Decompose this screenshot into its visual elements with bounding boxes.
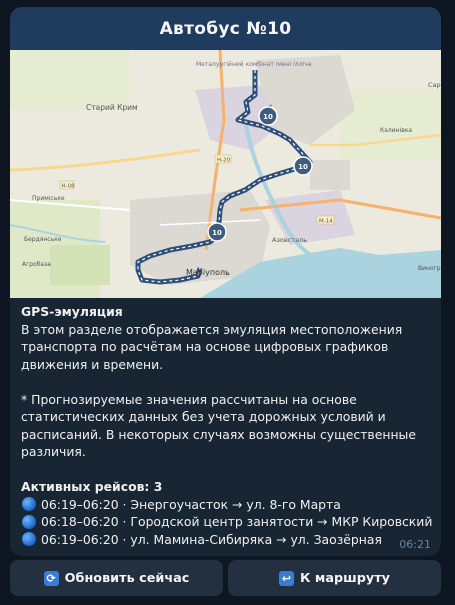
description-paragraph: В этом разделе отображается эмуляция мес… xyxy=(21,321,403,372)
svg-text:10: 10 xyxy=(298,163,308,171)
message-title: Автобус №10 xyxy=(10,7,441,50)
map-road-h08: H-08 xyxy=(62,184,76,190)
blue-circle-icon xyxy=(22,497,36,512)
map-label-agrobaza: Агробаза xyxy=(22,261,51,268)
map-label-vynohrad: Виногр xyxy=(418,265,441,272)
bus-marker-3[interactable]: 10 xyxy=(207,222,227,242)
message-bubble: Автобус №10 Старий Крим Металургійний ко… xyxy=(10,7,441,556)
blue-circle-icon xyxy=(22,514,36,529)
message-text: GPS-эмуляция В этом разделе отображается… xyxy=(21,303,433,548)
message-time: 06:21 xyxy=(399,538,431,551)
active-trips-title: Активных рейсов: 3 xyxy=(21,479,163,494)
map-label-prymorske: Приміське xyxy=(32,195,65,202)
map-label-berdianske: Бердянське xyxy=(24,236,62,243)
to-route-button[interactable]: ↩ К маршруту xyxy=(228,560,441,596)
inline-keyboard: ⟳ Обновить сейчас ↩ К маршруту xyxy=(10,560,441,596)
map-label-metal-combine: Металургійний комбінат імені Ілліча xyxy=(196,61,312,68)
back-arrow-icon: ↩ xyxy=(278,570,294,586)
blue-circle-icon xyxy=(22,532,36,547)
bus-marker-1[interactable]: 10 xyxy=(258,106,278,126)
map-label-stary-krym: Старий Крим xyxy=(86,103,138,112)
map-label-azovstal: Азовсталь xyxy=(272,236,307,244)
svg-text:10: 10 xyxy=(263,113,273,121)
map-label-mariupol: Маріуполь xyxy=(186,268,230,277)
map-label-kalynivka: Калинівка xyxy=(380,127,412,134)
map-road-m14: M-14 xyxy=(319,219,333,225)
trip-item: 06:18–06:20 · Городской центр занятости … xyxy=(21,513,433,531)
map-canvas: Старий Крим Металургійний комбінат імені… xyxy=(10,50,441,298)
trip-item: 06:19–06:20 · ул. Мамина-Сибиряка → ул. … xyxy=(21,531,433,549)
bus-marker-2[interactable]: 10 xyxy=(293,156,313,176)
trip-item: 06:19–06:20 · Энергоучасток → ул. 8-го М… xyxy=(21,496,433,514)
refresh-icon: ⟳ xyxy=(43,570,59,586)
disclaimer-paragraph: * Прогнозируемые значения рассчитаны на … xyxy=(21,391,416,460)
gps-heading: GPS-эмуляция xyxy=(21,304,123,319)
refresh-button[interactable]: ⟳ Обновить сейчас xyxy=(10,560,223,596)
map-road-h20: H-20 xyxy=(217,158,231,164)
map-label-sartana: Сар xyxy=(428,81,441,89)
route-map[interactable]: Старий Крим Металургійний комбінат імені… xyxy=(10,50,441,298)
svg-text:10: 10 xyxy=(212,229,222,237)
